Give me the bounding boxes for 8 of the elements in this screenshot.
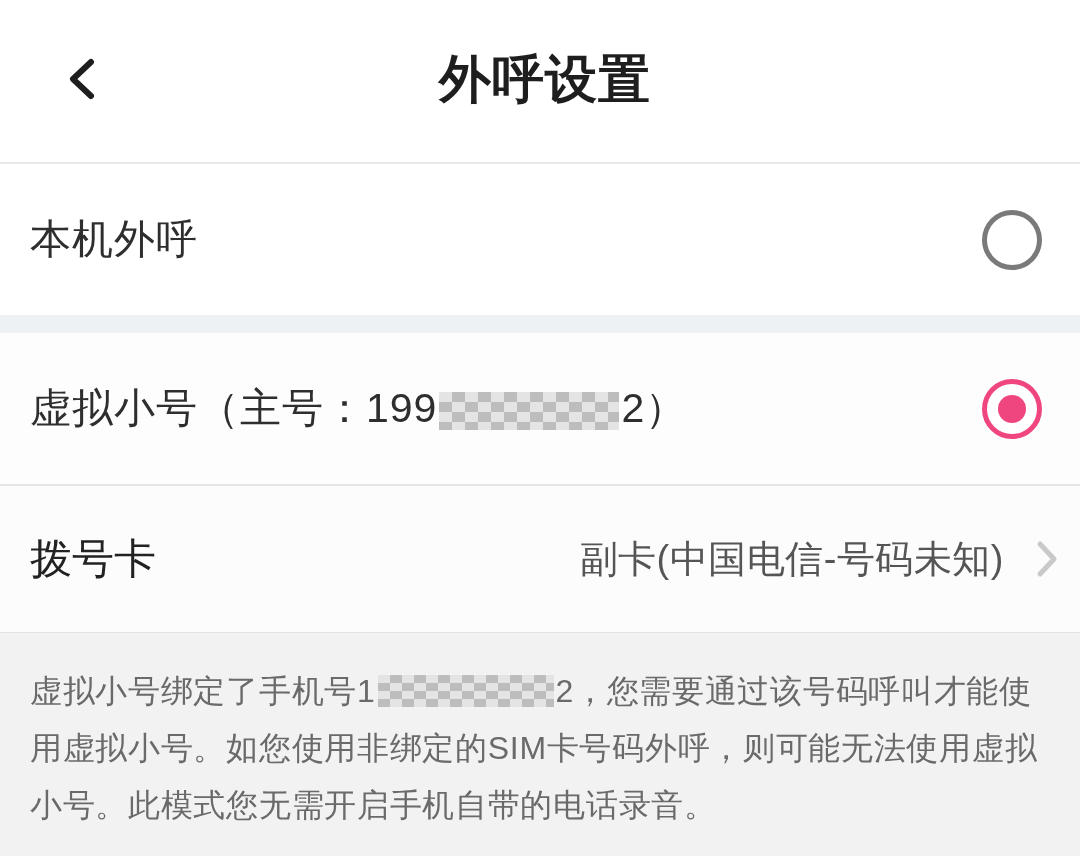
dial-card-row[interactable]: 拨号卡 副卡(中国电信-号码未知) <box>0 486 1080 633</box>
chevron-right-icon <box>1036 540 1058 578</box>
info-text: 虚拟小号绑定了手机号1 2，您需要通过该号码呼叫才能使用虚拟小号。如您使用非绑定的SIM卡号码外呼，则可能无法使用虚拟小号。此模式您无需开启手机自带的电话录音。 <box>30 672 1039 825</box>
row-value: 副卡(中国电信-号码未知) <box>579 536 1004 582</box>
row-label: 拨号卡 <box>30 534 156 584</box>
option-label: 本机外呼 <box>30 215 198 264</box>
page-title: 外呼设置 <box>439 49 651 110</box>
option-label: 虚拟小号（主号：199 2） <box>30 384 688 433</box>
